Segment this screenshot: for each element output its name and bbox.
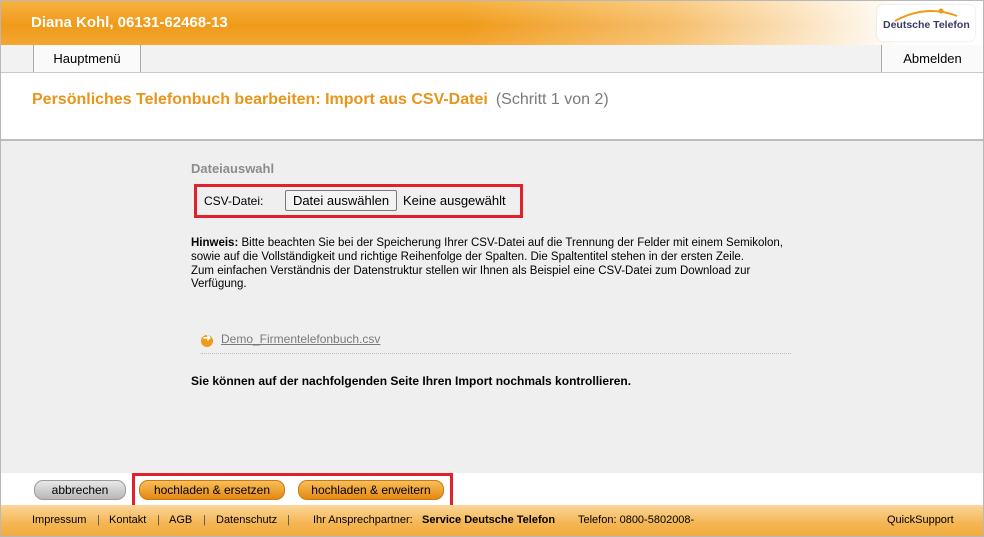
footer-separator: | [287, 514, 290, 526]
quicksupport-link[interactable]: QuickSupport [887, 514, 954, 526]
page-title-text: Persönliches Telefonbuch bearbeiten: Imp… [32, 91, 488, 108]
cancel-button[interactable]: abbrechen [34, 480, 126, 500]
contact-name: Service Deutsche Telefon [422, 514, 556, 526]
app-window: Diana Kohl, 06131-62468-13 Deutsche Tele… [0, 0, 984, 537]
agb-link[interactable]: AGB [169, 514, 192, 526]
datenschutz-link[interactable]: Datenschutz [216, 514, 277, 526]
main-menu-button[interactable]: Hauptmenü [33, 45, 141, 72]
upload-replace-button[interactable]: hochladen & ersetzen [139, 480, 285, 500]
hint-text: Hinweis: Bitte beachten Sie bei der Spei… [191, 237, 791, 292]
no-file-selected-text: Keine ausgewählt [403, 193, 506, 208]
demo-download-row: ➜ Demo_Firmentelefonbuch.csv [201, 331, 791, 354]
page-title: Persönliches Telefonbuch bearbeiten: Imp… [32, 91, 609, 109]
footer-separator: | [157, 514, 160, 526]
csv-file-selector: CSV-Datei: Datei auswählen Keine ausgewä… [194, 184, 523, 218]
kontakt-link[interactable]: Kontakt [109, 514, 146, 526]
footer-bar: Impressum | Kontakt | AGB | Datenschutz … [1, 505, 983, 536]
demo-csv-link[interactable]: Demo_Firmentelefonbuch.csv [221, 332, 380, 346]
arrow-right-icon: ➜ [201, 333, 213, 347]
import-note: Sie können auf der nachfolgenden Seite I… [191, 374, 632, 388]
action-bar: abbrechen hochladen & ersetzen hochladen… [1, 473, 983, 509]
choose-file-button[interactable]: Datei auswählen [285, 190, 397, 211]
logout-button[interactable]: Abmelden [881, 45, 983, 72]
deutsche-telefon-logo: Deutsche Telefon [877, 5, 975, 41]
content-panel: Dateiauswahl CSV-Datei: Datei auswählen … [1, 141, 983, 473]
hint-label: Hinweis: [191, 237, 239, 249]
contact-label: Ihr Ansprechpartner: [313, 514, 413, 526]
title-area: Persönliches Telefonbuch bearbeiten: Imp… [1, 73, 983, 141]
step-indicator: (Schritt 1 von 2) [495, 91, 609, 108]
logo-text: Deutsche Telefon [883, 19, 970, 31]
footer-separator: | [97, 514, 100, 526]
nav-bar: Hauptmenü Abmelden [1, 45, 983, 73]
upload-extend-button[interactable]: hochladen & erweitern [298, 480, 444, 500]
csv-file-label: CSV-Datei: [204, 194, 264, 208]
hint-text-1: Bitte beachten Sie bei der Speicherung I… [191, 237, 783, 263]
user-info: Diana Kohl, 06131-62468-13 [31, 14, 228, 31]
header-bar: Diana Kohl, 06131-62468-13 Deutsche Tele… [1, 1, 983, 45]
footer-separator: | [203, 514, 206, 526]
phone-number: Telefon: 0800-5802008- [578, 514, 695, 526]
impressum-link[interactable]: Impressum [32, 514, 86, 526]
section-title: Dateiauswahl [191, 161, 275, 176]
hint-text-2: Zum einfachen Verständnis der Datenstruk… [191, 264, 751, 291]
